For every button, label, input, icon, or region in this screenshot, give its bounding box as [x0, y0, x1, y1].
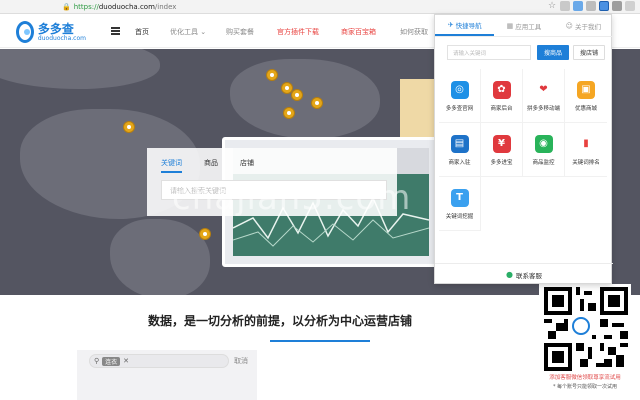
app-item-merchant-join[interactable]: ▤ 商家入驻 [439, 123, 481, 177]
app-label: 商家入驻 [448, 160, 471, 166]
map-pin [283, 107, 295, 119]
qr-promo-text: 添加客服微信领取尊享流试用 [549, 375, 621, 381]
extension-icon[interactable] [573, 1, 583, 11]
popup-tab-quick-nav[interactable]: ✈ 快捷导航 [435, 15, 495, 36]
contact-support-link[interactable]: ● 联系客服 [435, 263, 613, 285]
nav-how-to-get[interactable]: 如何获取 [400, 27, 428, 37]
app-label: 优惠商城 [574, 106, 597, 112]
url-protocol: https:// [73, 2, 99, 11]
popup-tabs: ✈ 快捷导航 ▦ 应用工具 ☺ 关于我们 [435, 15, 613, 37]
wechat-icon: ● [506, 270, 513, 279]
extension-icon[interactable] [560, 1, 570, 11]
map-pin [311, 97, 323, 109]
menu-icon[interactable] [625, 1, 635, 11]
app-item-product-monitor[interactable]: ◉ 商品监控 [523, 123, 565, 177]
extension-icons [560, 1, 635, 11]
popup-tab-label: 快捷导航 [455, 21, 482, 30]
app-item-duoduo-jinbao[interactable]: ¥ 多多进宝 [481, 123, 523, 177]
map-continent [110, 219, 210, 295]
popup-tab-app-tools[interactable]: ▦ 应用工具 [494, 15, 553, 36]
contact-support-label: 联系客服 [515, 271, 542, 280]
url-host: duoduocha.com [98, 2, 155, 11]
app-item-duoduocha-site[interactable]: ◎ 多多查官网 [439, 69, 481, 123]
app-label: 拼多多移动端 [526, 106, 560, 112]
qr-panel: 添加客服微信领取尊享流试用 * 每个账号只能领取一次试用 [539, 284, 631, 400]
app-icon: ¥ [492, 135, 511, 153]
search-tag: 连衣 [102, 356, 121, 366]
lock-icon: 🔒 [62, 2, 71, 11]
qr-note: * 每个账号只能领取一次试用 [552, 384, 618, 390]
nav-plugin-download[interactable]: 官方插件下载 [277, 27, 319, 37]
nav-home[interactable]: 首页 [135, 27, 149, 37]
app-item-keyword-mining[interactable]: T 关键词挖掘 [439, 177, 481, 231]
logo-en: duoduocha.com [37, 34, 86, 42]
app-item-pdd-mobile[interactable]: ❤ 拼多多移动端 [523, 69, 565, 123]
grid-icon: ▦ [506, 21, 514, 30]
tab-shop[interactable]: 店铺 [240, 158, 254, 173]
bottom-search-input[interactable]: ⚲ 连衣 ✕ [89, 354, 229, 368]
extension-popup: ✈ 快捷导航 ▦ 应用工具 ☺ 关于我们 请输入关键词 搜商品 搜店铺 ◎ 多多… [434, 14, 613, 285]
duoduocha-extension-icon[interactable] [599, 1, 609, 11]
cancel-link[interactable]: 取消 [234, 356, 248, 366]
tab-keyword[interactable]: 关键词 [161, 158, 182, 173]
app-icon: ✿ [492, 81, 511, 99]
popup-tab-label: 应用工具 [515, 22, 542, 31]
close-icon[interactable]: ✕ [123, 357, 129, 365]
url-path: /index [154, 2, 177, 11]
site-logo[interactable]: 多多查 duoduocha.com [16, 19, 86, 45]
app-icon: ▮ [577, 135, 595, 153]
app-icon: ▤ [450, 135, 469, 153]
app-label: 商品监控 [532, 160, 555, 166]
app-icon: ◉ [534, 135, 553, 153]
browser-address-bar[interactable]: 🔒 https:// duoduocha.com /index ☆ [0, 0, 640, 14]
slogan: 数据，是一切分析的前提，以分析为中心运营店铺 [147, 314, 412, 328]
app-label: 商家后台 [490, 106, 513, 112]
search-shops-button[interactable]: 搜店铺 [573, 45, 605, 60]
app-item-keyword-rank[interactable]: ▮ 关键词排名 [565, 123, 607, 177]
smile-icon: ☺ [565, 21, 573, 30]
extension-icon[interactable] [612, 1, 622, 11]
popup-tab-about[interactable]: ☺ 关于我们 [554, 15, 613, 36]
extension-icon[interactable] [586, 1, 596, 11]
nav-optimize-tools[interactable]: 优化工具 ⌄ [170, 27, 206, 37]
logo-icon [16, 21, 34, 43]
app-item-merchant-backend[interactable]: ✿ 商家后台 [481, 69, 523, 123]
app-icon: ▣ [577, 81, 595, 99]
map-pin [266, 69, 278, 81]
app-icon: T [450, 189, 469, 207]
map-continent [0, 49, 160, 89]
app-label: 关键词排名 [572, 160, 600, 166]
map-pin [123, 121, 135, 133]
app-icon: ◎ [450, 81, 469, 99]
watermark-text: chajian5.com [172, 178, 412, 218]
app-item-coupon-mall[interactable]: ▣ 优惠商城 [565, 69, 607, 123]
slogan-underline [270, 340, 370, 342]
app-label: 多多进宝 [490, 160, 513, 166]
app-label: 关键词挖掘 [445, 214, 474, 220]
search-products-button[interactable]: 搜商品 [537, 45, 569, 60]
map-continent [230, 59, 380, 139]
nav-merchant-toolbox[interactable]: 商家百宝箱 [341, 27, 376, 37]
plane-icon: ✈ [447, 20, 454, 29]
hamburger-icon[interactable] [111, 27, 120, 35]
app-label: 多多查官网 [445, 106, 474, 112]
qr-logo-icon [572, 317, 590, 335]
map-pin [291, 89, 303, 101]
logo-cn: 多多查 [37, 21, 74, 36]
popup-tab-label: 关于我们 [574, 22, 601, 31]
search-icon: ⚲ [94, 357, 100, 365]
map-pin [199, 228, 211, 240]
app-icon: ❤ [534, 81, 553, 99]
nav-buy-ticket[interactable]: 购买套餐 [226, 27, 254, 37]
popup-search-input[interactable]: 请输入关键词 [447, 45, 531, 60]
tab-product[interactable]: 商品 [204, 158, 218, 173]
bookmark-star-icon[interactable]: ☆ [548, 1, 556, 11]
